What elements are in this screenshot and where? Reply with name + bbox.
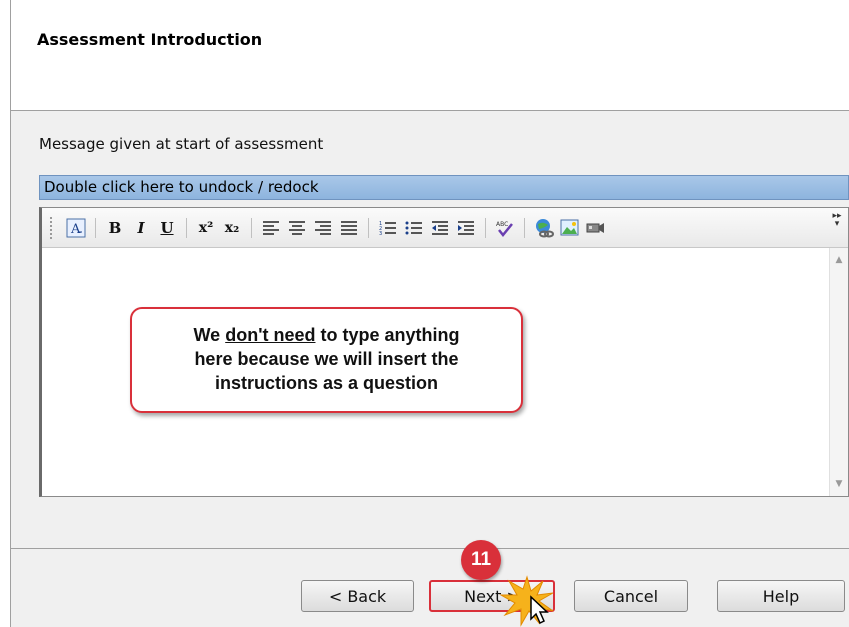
svg-text:3: 3	[379, 231, 382, 236]
svg-text:A: A	[70, 222, 81, 237]
editor-scrollbar[interactable]: ▲ ▼	[829, 248, 848, 496]
dock-bar[interactable]: Double click here to undock / redock	[39, 175, 849, 200]
toolbar-separator	[368, 217, 369, 238]
help-button[interactable]: Help	[717, 580, 845, 612]
wizard-header: Assessment Introduction	[11, 0, 849, 111]
click-indicator-icon	[499, 575, 554, 627]
scroll-down-icon[interactable]: ▼	[830, 476, 848, 492]
align-right-icon[interactable]	[312, 217, 334, 239]
insert-image-icon[interactable]	[559, 217, 581, 239]
font-dialog-icon[interactable]: A	[65, 217, 87, 239]
subscript-button[interactable]: x₂	[221, 217, 243, 239]
insert-link-icon[interactable]	[533, 217, 555, 239]
align-center-icon[interactable]	[286, 217, 308, 239]
toolbar-separator	[485, 217, 486, 238]
callout-line3: instructions as a question	[214, 373, 439, 393]
message-label: Message given at start of assessment	[39, 135, 324, 153]
bulleted-list-icon[interactable]	[403, 217, 425, 239]
toolbar-separator	[524, 217, 525, 238]
numbered-list-icon[interactable]: 123	[377, 217, 399, 239]
toolbar-overflow-icon[interactable]: ▸▸ ▾	[832, 212, 842, 242]
editor-toolbar: A B I U x² x₂ 123 ABC ▸▸ ▾	[42, 208, 848, 248]
back-button[interactable]: < Back	[301, 580, 414, 612]
indent-icon[interactable]	[455, 217, 477, 239]
scroll-up-icon[interactable]: ▲	[830, 252, 848, 268]
step-badge: 11	[461, 540, 501, 580]
outdent-icon[interactable]	[429, 217, 451, 239]
superscript-button[interactable]: x²	[195, 217, 217, 239]
help-button-label: Help	[762, 586, 800, 606]
underline-button[interactable]: U	[156, 217, 178, 239]
toolbar-separator	[186, 217, 187, 238]
footer-divider	[11, 548, 849, 549]
toolbar-grip[interactable]	[50, 216, 55, 239]
back-button-label: < Back	[328, 586, 387, 606]
insert-media-icon[interactable]	[585, 217, 607, 239]
callout-line1-suffix: to type anything	[315, 325, 460, 345]
italic-button[interactable]: I	[130, 217, 152, 239]
cancel-button-label: Cancel	[603, 586, 659, 606]
align-left-icon[interactable]	[260, 217, 282, 239]
bold-button[interactable]: B	[104, 217, 126, 239]
svg-text:ABC: ABC	[496, 221, 508, 228]
callout-line2: here because we will insert the	[194, 349, 459, 369]
page-title: Assessment Introduction	[37, 30, 263, 49]
toolbar-separator	[95, 217, 96, 238]
instruction-callout: We don't need to type anything here beca…	[130, 307, 523, 413]
callout-line1-prefix: We	[193, 325, 226, 345]
justify-icon[interactable]	[338, 217, 360, 239]
callout-emphasis: don't need	[225, 325, 316, 345]
cancel-button[interactable]: Cancel	[574, 580, 688, 612]
toolbar-separator	[251, 217, 252, 238]
spell-check-icon[interactable]: ABC	[494, 217, 516, 239]
